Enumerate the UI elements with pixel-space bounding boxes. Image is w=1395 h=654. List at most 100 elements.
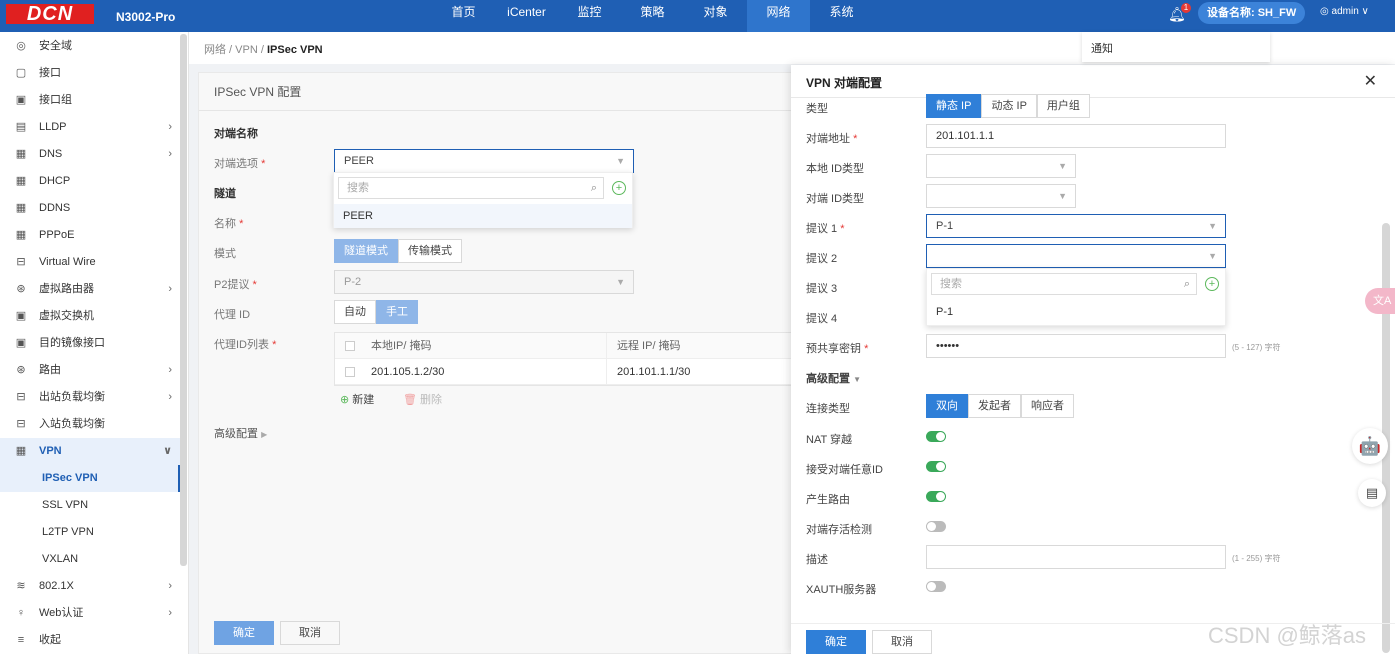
xauth-toggle[interactable] (926, 581, 946, 592)
cancel-button[interactable]: 取消 (280, 621, 340, 645)
drawer-title: VPN 对端配置 (806, 76, 883, 90)
proxy-auto-button[interactable]: 自动 (334, 300, 376, 324)
peer-id-type-select[interactable]: ▼ (926, 184, 1076, 208)
sidebar-item-collapse[interactable]: ≡ 收起 (0, 627, 180, 654)
peer-dropdown-option[interactable]: PEER (334, 204, 632, 228)
close-icon[interactable]: ✕ (1364, 71, 1377, 91)
psk-label: 预共享密钥 * (806, 343, 869, 355)
sidebar-item-label: DNS (39, 148, 63, 160)
sidebar-item-lldp[interactable]: ▤ LLDP › (0, 114, 180, 141)
peer-option-select[interactable]: PEER ▼ (334, 149, 634, 173)
caret-down-icon: ▼ (1058, 161, 1067, 171)
sidebar-item-l2tp-vpn[interactable]: L2TP VPN (0, 519, 180, 546)
conn-responder-button[interactable]: 响应者 (1021, 394, 1074, 418)
sidebar-item-interface[interactable]: ▢ 接口 (0, 60, 180, 87)
ok-button[interactable]: 确定 (214, 621, 274, 645)
select-all-checkbox[interactable] (345, 341, 355, 352)
proposal-search-input[interactable]: 搜索 ⌕ (931, 273, 1197, 295)
p2-proposal-select[interactable]: P-2 ▼ (334, 270, 634, 294)
sidebar-item-vxlan[interactable]: VXLAN (0, 546, 180, 573)
type-user-group-button[interactable]: 用户组 (1036, 94, 1090, 118)
nav-object[interactable]: 对象 (684, 0, 747, 32)
table-row[interactable]: 201.105.1.2/30 201.101.1.1/30 (335, 359, 793, 385)
virtual-router-icon: ⊛ (16, 283, 26, 295)
notification-badge: 1 (1181, 3, 1191, 13)
description-input[interactable] (926, 545, 1226, 569)
delete-button[interactable]: 🗑︎ 删除 (403, 391, 442, 407)
row-checkbox[interactable] (345, 367, 355, 378)
sidebar-item-dns[interactable]: ▦ DNS › (0, 141, 180, 168)
generate-route-toggle[interactable] (926, 491, 946, 502)
document-icon[interactable]: ▤ (1358, 479, 1386, 507)
type-static-ip-button[interactable]: 静态 IP (926, 94, 982, 118)
device-model: N3002-Pro (116, 10, 176, 24)
nav-home[interactable]: 首页 (432, 0, 495, 32)
mode-tunnel-button[interactable]: 隧道模式 (334, 239, 398, 263)
nav-monitor[interactable]: 监控 (558, 0, 621, 32)
sidebar-item-label: DDNS (39, 202, 71, 214)
conn-bidirectional-button[interactable]: 双向 (926, 394, 968, 418)
drawer-cancel-button[interactable]: 取消 (872, 630, 932, 654)
proxy-manual-button[interactable]: 手工 (376, 300, 418, 324)
sidebar-item-virtual-wire[interactable]: ⊟ Virtual Wire (0, 249, 180, 276)
mode-transport-button[interactable]: 传输模式 (398, 239, 462, 263)
nav-network[interactable]: 网络 (747, 0, 810, 32)
sidebar-item-routing[interactable]: ⊛ 路由 › (0, 357, 180, 384)
sidebar-item-label: L2TP VPN (42, 526, 94, 538)
sidebar-item-mirror-interface[interactable]: ▣ 目的镜像接口 (0, 330, 180, 357)
robot-assistant-icon[interactable]: 🤖 (1352, 428, 1388, 464)
search-icon: ⌕ (1183, 278, 1190, 290)
sidebar-item-ipsec-vpn[interactable]: IPSec VPN (0, 465, 180, 492)
proposal-dropdown-option[interactable]: P-1 (927, 300, 1225, 324)
sidebar-item-security-zone[interactable]: ◎ 安全域 (0, 33, 180, 60)
web-auth-icon: ♀ (16, 607, 26, 619)
accept-any-id-toggle[interactable] (926, 461, 946, 472)
sidebar-item-pppoe[interactable]: ▦ PPPoE (0, 222, 180, 249)
breadcrumb-path[interactable]: 网络 / VPN / (204, 44, 267, 56)
sidebar-item-web-auth[interactable]: ♀ Web认证 › (0, 600, 180, 627)
sidebar-item-vpn[interactable]: ▦ VPN ∨ (0, 438, 180, 465)
sidebar-item-ssl-vpn[interactable]: SSL VPN (0, 492, 180, 519)
proposal1-select[interactable]: P-1 ▼ (926, 214, 1226, 238)
user-menu[interactable]: ◎ admin ∨ (1320, 6, 1369, 17)
add-button[interactable]: ⊕ 新建 (340, 391, 374, 407)
advanced-heading[interactable]: 高级配置 ▼ (806, 370, 861, 386)
caret-down-icon: ▼ (616, 156, 625, 166)
drawer-ok-button[interactable]: 确定 (806, 630, 866, 654)
caret-down-icon: ▼ (616, 277, 625, 287)
peer-search-input[interactable]: 搜索 ⌕ (338, 177, 604, 199)
nat-traversal-toggle[interactable] (926, 431, 946, 442)
accept-any-id-label: 接受对端任意ID (806, 464, 883, 476)
sidebar-scrollbar[interactable] (180, 34, 187, 566)
sidebar-item-label: PPPoE (39, 229, 75, 241)
sidebar-item-outbound-lb[interactable]: ⊟ 出站负载均衡 › (0, 384, 180, 411)
advanced-toggle[interactable]: 高级配置 ▶ (214, 425, 267, 441)
sidebar-item-inbound-lb[interactable]: ⊟ 入站负载均衡 (0, 411, 180, 438)
dpd-toggle[interactable] (926, 521, 946, 532)
sidebar-item-virtual-router[interactable]: ⊛ 虚拟路由器 › (0, 276, 180, 303)
local-id-type-select[interactable]: ▼ (926, 154, 1076, 178)
nav-policy[interactable]: 策略 (621, 0, 684, 32)
sidebar-item-ddns[interactable]: ▦ DDNS (0, 195, 180, 222)
conn-initiator-button[interactable]: 发起者 (968, 394, 1021, 418)
sidebar-item-8021x[interactable]: ≋ 802.1X › (0, 573, 180, 600)
type-dynamic-ip-button[interactable]: 动态 IP (981, 94, 1037, 118)
device-name-badge[interactable]: 设备名称: SH_FW (1198, 2, 1306, 24)
psk-input[interactable]: •••••• (926, 334, 1226, 358)
nav-system[interactable]: 系统 (810, 0, 873, 32)
type-label: 类型 (806, 103, 828, 115)
pppoe-icon: ▦ (15, 229, 27, 241)
main-nav: 首页 iCenter 监控 策略 对象 网络 系统 (432, 0, 873, 32)
translate-icon[interactable]: 文A (1365, 288, 1395, 314)
nav-icenter[interactable]: iCenter (495, 0, 558, 32)
watermark: CSDN @鲸落as (1208, 623, 1367, 648)
add-circle-icon[interactable]: + (612, 181, 626, 195)
proposal2-select[interactable]: ▼ (926, 244, 1226, 268)
sidebar-item-interface-group[interactable]: ▣ 接口组 (0, 87, 180, 114)
peer-address-input[interactable]: 201.101.1.1 (926, 124, 1226, 148)
notification-popup[interactable]: 通知 (1082, 32, 1270, 62)
sidebar-item-dhcp[interactable]: ▦ DHCP (0, 168, 180, 195)
sidebar-item-virtual-switch[interactable]: ▣ 虚拟交换机 (0, 303, 180, 330)
add-circle-icon[interactable]: + (1205, 277, 1219, 291)
dcn-logo[interactable]: DCN (6, 4, 94, 24)
